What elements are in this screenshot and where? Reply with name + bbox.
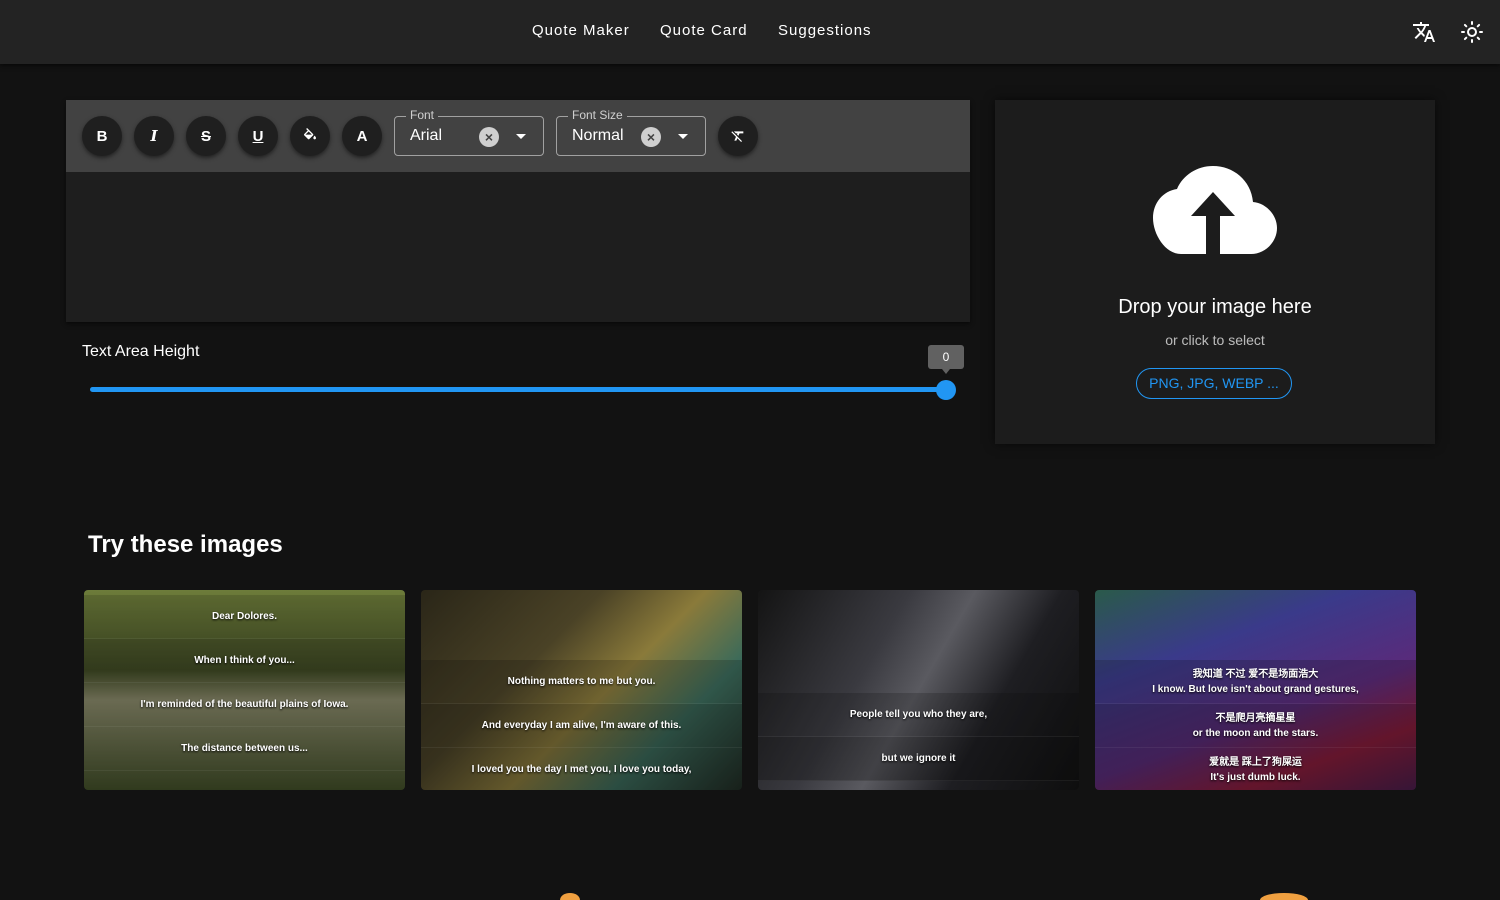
caption-line: 爱就是 踩上了狗屎运 <box>1209 756 1302 768</box>
sample-image-3[interactable]: People tell you who they are, but we ign… <box>758 590 1079 790</box>
font-select[interactable]: Font Arial × <box>394 108 544 156</box>
font-select-label: Font <box>406 108 439 122</box>
editor-toolbar: B I S U A Font Arial × Font Size Normal … <box>66 100 970 172</box>
decoration-icon <box>560 893 580 900</box>
paint-bucket-icon <box>303 128 316 140</box>
font-size-select[interactable]: Font Size Normal × <box>556 108 706 156</box>
caption-strip: I'm reminded of the beautiful plains of … <box>84 683 405 727</box>
cloud-upload-icon <box>1153 166 1277 254</box>
caption-strip: The distance between us... <box>84 727 405 771</box>
caption-strip: 我知道 不过 爱不是场面浩大 I know. But love isn't ab… <box>1095 660 1416 704</box>
font-size-dropdown-icon[interactable] <box>678 134 688 139</box>
caption-line: 不是爬月亮摘星星 <box>1215 712 1296 724</box>
nav-quote-maker[interactable]: Quote Maker <box>532 22 630 39</box>
caption-strip: 爱就是 踩上了狗屎运 It's just dumb luck. <box>1095 748 1416 790</box>
caption-line: People tell you who they are, <box>849 709 988 720</box>
text-area-height-slider[interactable] <box>90 387 946 392</box>
strikethrough-icon: S <box>200 127 211 145</box>
caption-line: ... <box>240 785 248 790</box>
text-area-height-label: Text Area Height <box>82 343 200 360</box>
nav-quote-card[interactable]: Quote Card <box>660 22 748 39</box>
italic-icon: I <box>150 127 158 145</box>
fill-color-button[interactable] <box>290 116 330 156</box>
text-color-button[interactable]: A <box>342 116 382 156</box>
bold-button[interactable]: B <box>82 116 122 156</box>
caption-strip: And everyday I am alive, I'm aware of th… <box>421 704 742 748</box>
strikethrough-button[interactable]: S <box>186 116 226 156</box>
slider-thumb[interactable] <box>936 380 956 400</box>
caption-line: And everyday I am alive, I'm aware of th… <box>481 720 682 731</box>
caption-strip: Nothing matters to me but you. <box>421 660 742 704</box>
caption-strip: When I think of you... <box>84 639 405 683</box>
italic-button[interactable]: I <box>134 116 174 156</box>
app-bar: Quote Maker Quote Card Suggestions <box>0 0 1500 64</box>
gallery-title: Try these images <box>88 531 283 558</box>
caption-strip: 不是爬月亮摘星星 or the moon and the stars. <box>1095 704 1416 748</box>
dropzone-title: Drop your image here <box>1118 296 1312 318</box>
font-size-select-value: Normal <box>572 127 624 144</box>
caption-line: Dear Dolores. <box>211 611 278 622</box>
text-color-icon: A <box>356 127 368 145</box>
caption-line: When I think of you... <box>194 655 295 666</box>
caption-strip: but we ignore it <box>758 737 1079 781</box>
caption-line: I know. But love isn't about grand gestu… <box>1152 683 1359 695</box>
dropzone-subtitle: or click to select <box>1165 332 1265 348</box>
caption-strip: Dear Dolores. <box>84 595 405 639</box>
translate-icon[interactable] <box>1412 20 1436 44</box>
slider-value-tooltip: 0 <box>928 345 964 374</box>
caption-line: 我知道 不过 爱不是场面浩大 <box>1192 668 1319 680</box>
bold-icon: B <box>96 127 108 145</box>
clear-formatting-button[interactable] <box>718 116 758 156</box>
underline-button[interactable]: U <box>238 116 278 156</box>
clear-font-size-icon[interactable]: × <box>641 127 661 147</box>
brightness-icon[interactable] <box>1460 20 1484 44</box>
caption-line: I loved you the day I met you, I love yo… <box>471 764 692 775</box>
caption-line: I'm reminded of the beautiful plains of … <box>140 699 349 710</box>
caption-strip: People tell you who they are, <box>758 693 1079 737</box>
caption-strip: ... <box>84 771 405 790</box>
font-select-value: Arial <box>410 127 443 144</box>
font-dropdown-icon[interactable] <box>516 134 526 139</box>
quote-editor: B I S U A Font Arial × Font Size Normal … <box>66 100 970 322</box>
decoration-icon <box>1260 893 1308 900</box>
sample-image-2[interactable]: Nothing matters to me but you. And every… <box>421 590 742 790</box>
caption-line: or the moon and the stars. <box>1192 727 1319 739</box>
font-size-select-label: Font Size <box>568 108 627 122</box>
caption-line: The distance between us... <box>181 743 308 754</box>
accepted-formats-chip: PNG, JPG, WEBP ... <box>1136 368 1292 399</box>
caption-strip: I loved you the day I met you, I love yo… <box>421 748 742 790</box>
caption-line: but we ignore it <box>881 753 956 764</box>
caption-line: It's just dumb luck. <box>1210 771 1301 783</box>
sample-image-1[interactable]: Dear Dolores. When I think of you... I'm… <box>84 590 405 790</box>
clear-font-icon[interactable]: × <box>479 127 499 147</box>
clear-format-icon <box>731 131 744 142</box>
nav-suggestions[interactable]: Suggestions <box>778 22 872 39</box>
quote-text-area[interactable] <box>66 172 970 322</box>
caption-line: Nothing matters to me but you. <box>507 676 656 687</box>
sample-image-4[interactable]: 我知道 不过 爱不是场面浩大 I know. But love isn't ab… <box>1095 590 1416 790</box>
underline-icon: U <box>252 127 264 145</box>
image-dropzone[interactable]: Drop your image here or click to select … <box>995 100 1435 444</box>
